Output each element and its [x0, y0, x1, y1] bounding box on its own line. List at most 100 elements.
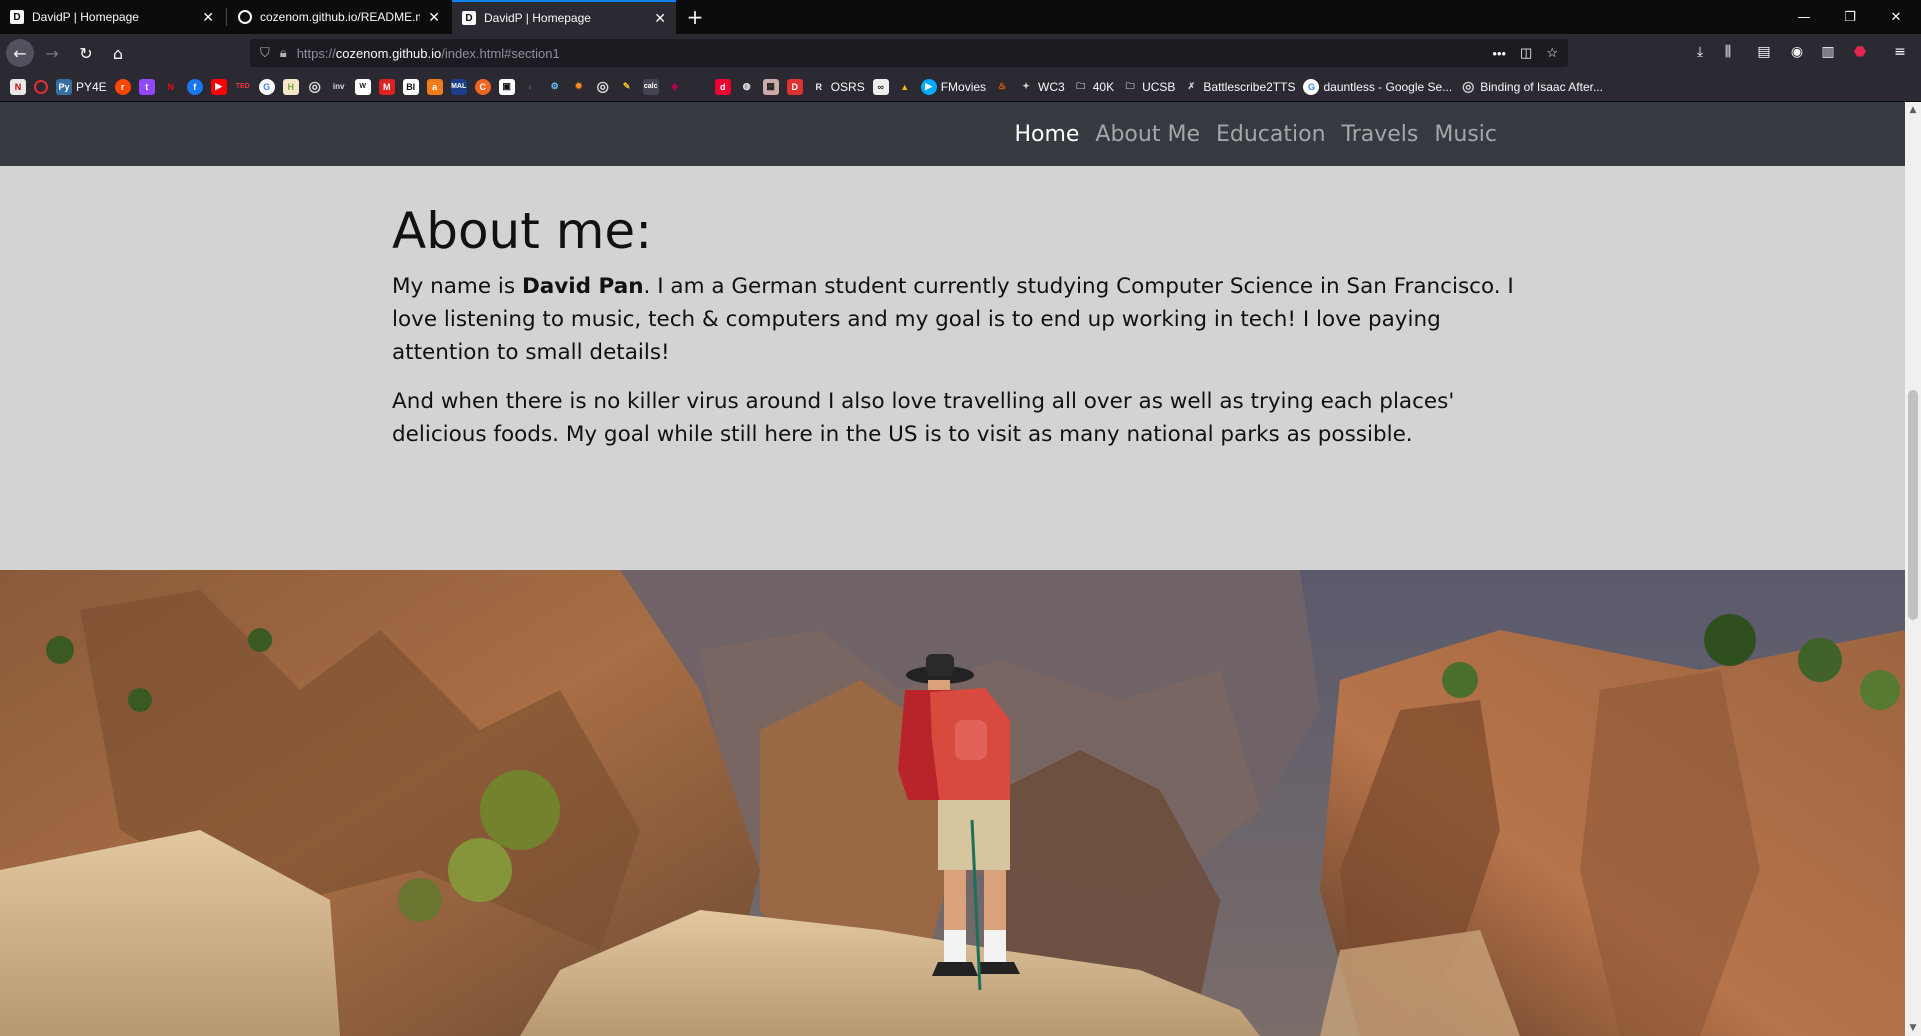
- flame-icon[interactable]: ♨: [994, 79, 1010, 95]
- close-icon[interactable]: ✕: [202, 9, 214, 26]
- yellow-icon[interactable]: ✎: [619, 79, 635, 95]
- back-button[interactable]: ←: [6, 39, 34, 67]
- crunchyroll-icon[interactable]: C: [474, 78, 491, 95]
- nav-link-education[interactable]: Education: [1216, 122, 1326, 147]
- tab-homepage-active[interactable]: D DavidP | Homepage ✕: [452, 0, 676, 34]
- folder-icon: 🗀︎: [1125, 80, 1135, 91]
- about-paragraph-1: My name is David Pan. I am a German stud…: [392, 274, 1514, 365]
- steam-icon[interactable]: ⚙: [547, 79, 563, 95]
- tab-homepage-1[interactable]: D DavidP | Homepage ✕: [0, 0, 224, 34]
- d2-icon[interactable]: D: [786, 78, 803, 95]
- bookmark-icon[interactable]: H: [282, 78, 299, 95]
- minimize-button[interactable]: —: [1781, 0, 1827, 34]
- address-bar[interactable]: ⛉ 🔒︎ https://cozenom.github.io/index.htm…: [250, 39, 1568, 67]
- canyon-hiker-illustration: [0, 570, 1905, 1036]
- reload-button[interactable]: ↻: [72, 39, 100, 67]
- bookmark-folder-ucsb[interactable]: 🗀︎ UCSB: [1122, 79, 1176, 95]
- swirl-icon[interactable]: ◍: [739, 79, 755, 95]
- tab-readme[interactable]: cozenom.github.io/README.m ✕: [228, 0, 450, 34]
- globe-icon[interactable]: ◎: [595, 78, 611, 95]
- reddit-icon[interactable]: r: [114, 78, 131, 95]
- bookmark-folder-40k[interactable]: 🗀︎ 40K: [1073, 79, 1114, 95]
- page-actions-icon[interactable]: •••: [1492, 46, 1506, 61]
- dark-icon[interactable]: ◐: [523, 79, 539, 95]
- bookmark-wc3[interactable]: ✦ WC3: [1018, 79, 1064, 95]
- dark2-icon[interactable]: ▪: [691, 79, 707, 95]
- gallery-icon[interactable]: ▦: [762, 78, 779, 95]
- tab-title: DavidP | Homepage: [484, 11, 591, 25]
- wc3-icon: ✦: [1022, 81, 1030, 91]
- scroll-up-icon[interactable]: ▲: [1905, 102, 1921, 118]
- url-text[interactable]: https://cozenom.github.io/index.html#sec…: [297, 46, 560, 61]
- menu-icon[interactable]: ≡: [1890, 44, 1910, 60]
- netflix-bookmark-icon[interactable]: N: [10, 78, 26, 95]
- browser-window: D DavidP | Homepage ✕ cozenom.github.io/…: [0, 0, 1921, 1036]
- bookmark-osrs[interactable]: R OSRS: [811, 79, 864, 95]
- shield-icon[interactable]: ⛉: [260, 45, 270, 61]
- restore-button[interactable]: ❐: [1827, 0, 1873, 34]
- downloads-icon[interactable]: ⤓: [1690, 44, 1710, 60]
- lock-icon[interactable]: 🔒︎: [280, 45, 287, 61]
- facebook-icon[interactable]: f: [186, 78, 203, 95]
- nav-link-home[interactable]: Home: [1014, 122, 1079, 147]
- bookmark-fmovies[interactable]: ▶ FMovies: [920, 78, 986, 95]
- globe-icon[interactable]: ◎: [307, 78, 323, 95]
- nav-link-about[interactable]: About Me: [1095, 122, 1200, 147]
- screen-icon[interactable]: ▣: [498, 78, 515, 95]
- close-icon[interactable]: ✕: [428, 9, 440, 26]
- bookmark-battlescribe[interactable]: ✗ Battlescribe2TTS: [1183, 79, 1296, 95]
- bookmark-py4e[interactable]: Py PY4E: [56, 78, 107, 95]
- bi-icon[interactable]: BI: [402, 78, 419, 95]
- close-window-button[interactable]: ✕: [1873, 0, 1919, 34]
- nav-link-travels[interactable]: Travels: [1342, 122, 1419, 147]
- tab-strip: D DavidP | Homepage ✕ cozenom.github.io/…: [0, 0, 1921, 34]
- youtube-icon[interactable]: ▶: [210, 78, 227, 95]
- bookmarks-toolbar: N Py PY4E r t N f ▶ TED G H ◎ inv W M BI …: [0, 72, 1921, 102]
- about-paragraph-2: And when there is no killer virus around…: [392, 389, 1455, 447]
- folder-icon: 🗀︎: [1076, 80, 1086, 91]
- sun-icon[interactable]: ✹: [571, 79, 587, 95]
- tab-divider: [226, 8, 227, 26]
- r-icon: R: [815, 81, 822, 92]
- bookmark-dauntless[interactable]: Gdauntless - Google Se...: [1303, 78, 1452, 95]
- bookmark-star-icon[interactable]: ☆: [1546, 45, 1558, 61]
- site-navbar: Home About Me Education Travels Music: [0, 102, 1905, 166]
- home-button[interactable]: ⌂: [104, 39, 132, 67]
- mask-icon[interactable]: ∞: [872, 78, 889, 95]
- opera-bookmark-icon[interactable]: [34, 79, 48, 94]
- inv-icon[interactable]: inv: [331, 79, 347, 95]
- pocket-icon[interactable]: ◫: [1520, 45, 1532, 61]
- bookmark-isaac[interactable]: ◎ Binding of Isaac After...: [1460, 78, 1603, 95]
- google-icon: G: [1303, 78, 1320, 95]
- site-d-icon: D: [462, 11, 476, 25]
- site-nav-links: Home About Me Education Travels Music: [1014, 102, 1497, 166]
- new-tab-button[interactable]: +: [682, 4, 708, 30]
- drive-icon[interactable]: ▲: [897, 79, 913, 95]
- netflix-icon[interactable]: N: [163, 79, 179, 95]
- d-icon[interactable]: d: [714, 78, 731, 95]
- calc-icon[interactable]: calc: [642, 78, 659, 95]
- m-icon[interactable]: M: [378, 78, 395, 95]
- tab-title: cozenom.github.io/README.m: [260, 10, 421, 24]
- library-icon[interactable]: ⫼: [1718, 44, 1738, 60]
- forward-button[interactable]: →: [38, 39, 66, 67]
- ublock-icon[interactable]: ⬣: [1850, 44, 1870, 60]
- orange-icon[interactable]: a: [426, 78, 443, 95]
- scroll-down-icon[interactable]: ▼: [1905, 1020, 1921, 1036]
- google-icon[interactable]: G: [258, 78, 275, 95]
- wiki-icon[interactable]: W: [354, 78, 371, 95]
- close-icon[interactable]: ✕: [654, 10, 666, 27]
- account-icon[interactable]: ◉: [1787, 44, 1807, 60]
- extension-icon[interactable]: ▥: [1818, 44, 1838, 60]
- page-scrollbar[interactable]: ▲ ▼: [1905, 102, 1921, 1036]
- pink-icon[interactable]: ◈: [667, 79, 683, 95]
- github-icon: [238, 10, 252, 24]
- scrollbar-thumb[interactable]: [1908, 390, 1918, 620]
- python-icon: Py: [56, 78, 72, 95]
- sidebar-icon[interactable]: ▤: [1754, 44, 1774, 60]
- ted-icon[interactable]: TED: [235, 79, 251, 95]
- twitch-icon[interactable]: t: [138, 78, 155, 95]
- mal-icon[interactable]: MAL: [450, 78, 467, 95]
- nav-link-music[interactable]: Music: [1434, 122, 1497, 147]
- globe-icon: ◎: [1462, 78, 1475, 94]
